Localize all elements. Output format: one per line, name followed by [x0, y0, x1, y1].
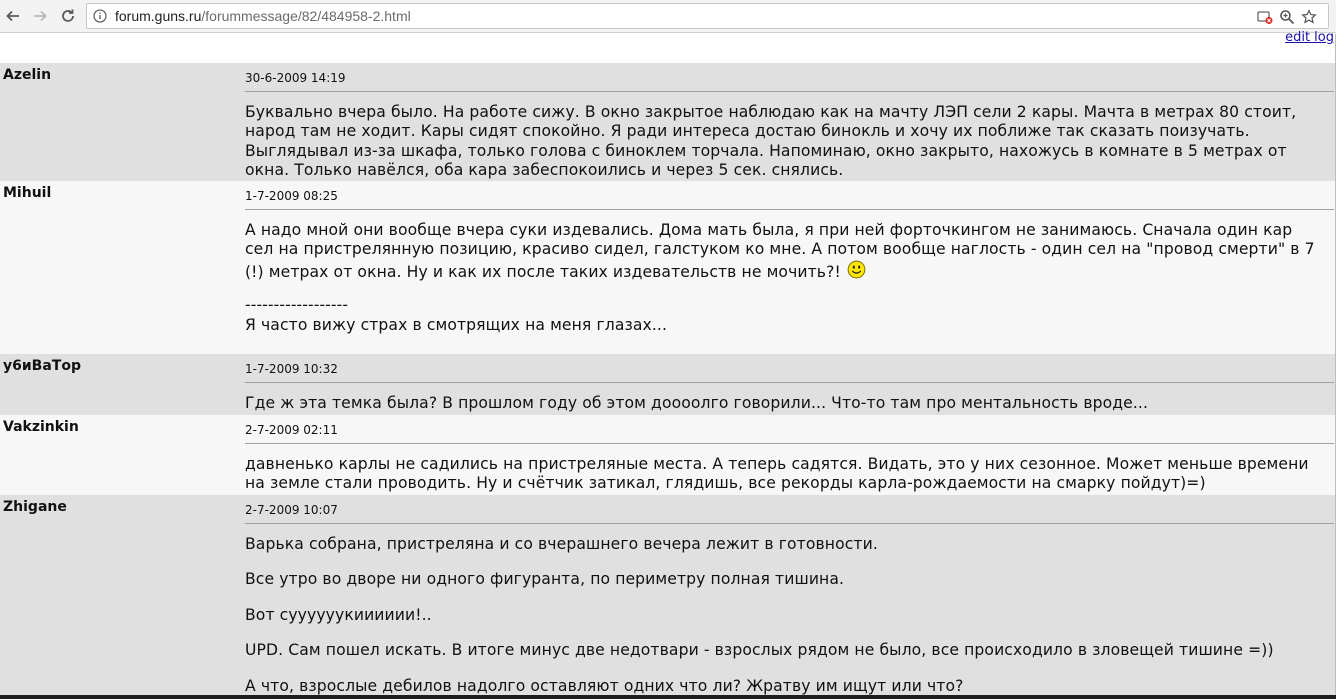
post-author[interactable]: у6иВаТор [3, 358, 81, 374]
post-signature: Я часто вижу страх в смотрящих на меня г… [245, 315, 668, 334]
post-date: 2-7-2009 10:07 [245, 503, 338, 517]
post-paragraph: А что, взрослые дебилов надолго оставляю… [245, 676, 964, 695]
post-line: давненько карлы не садились на пристреля… [245, 455, 1309, 473]
post-line: народ там не ходит. Кары сидят спокойно.… [245, 122, 1250, 141]
bookmark-star-icon[interactable] [1300, 8, 1318, 26]
post-author[interactable]: Azelin [3, 67, 51, 83]
zoom-icon[interactable] [1278, 8, 1296, 26]
forward-arrow-icon [34, 10, 47, 22]
signature-rule: ------------------ [245, 296, 349, 315]
page-content: edit log Azelin 30-6-2009 14:19 Буквальн… [0, 30, 1336, 699]
post-paragraph: Все утро во дворе ни одного фигуранта, п… [245, 570, 845, 589]
post-divider [245, 443, 1334, 444]
forum-post: Mihuil 1-7-2009 08:25 А надо мной они во… [0, 181, 1335, 354]
forum-post: Zhigane 2-7-2009 10:07 Варька собрана, п… [0, 495, 1335, 699]
blocked-content-icon[interactable] [1256, 8, 1274, 26]
post-paragraph: Варька собрана, пристреляна и со вчерашн… [245, 535, 878, 553]
post-body: А надо мной они вообще вчера суки издева… [245, 221, 1317, 335]
post-paragraph: Вот суууууукииииии!.. [245, 605, 432, 624]
post-body: Где ж эта темка была? В прошлом году об … [245, 394, 1317, 413]
forum-post: Azelin 30-6-2009 14:19 Буквально вчера б… [0, 63, 1335, 181]
reload-button[interactable] [57, 5, 79, 27]
post-line: окна. Только навёлся, оба кара забеспоко… [245, 161, 844, 180]
post-author[interactable]: Mihuil [3, 185, 51, 201]
post-paragraph: UPD. Сам пошел искать. В итоге минус две… [245, 641, 1274, 660]
url-host: forum.guns.ru [115, 8, 202, 24]
post-author[interactable]: Zhigane [3, 499, 67, 515]
smiley-icon [847, 260, 866, 279]
forward-button[interactable] [29, 5, 51, 27]
address-bar[interactable]: forum.guns.ru/forummessage/82/484958-2.h… [86, 3, 1329, 29]
post-divider [245, 523, 1334, 524]
forum-post: Vakzinkin 2-7-2009 02:11 давненько карлы… [0, 415, 1335, 495]
post-line-with-smiley: (!) метрах от окна. Ну и как их после та… [245, 260, 1317, 282]
post-divider [245, 382, 1334, 383]
post-date: 1-7-2009 10:32 [245, 362, 338, 376]
post-divider [245, 209, 1334, 210]
edit-log-link[interactable]: edit log [1285, 30, 1334, 45]
post-line: Выглядывал из-за шкафа, только голова с … [245, 141, 1287, 160]
back-arrow-icon [6, 10, 19, 22]
post-line: на земле стали проводить. Ну и счётчик з… [245, 474, 1206, 493]
post-line: Буквально вчера было. На работе сижу. В … [245, 103, 1297, 121]
browser-toolbar: forum.guns.ru/forummessage/82/484958-2.h… [0, 0, 1336, 33]
post-body: Варька собрана, пристреляна и со вчерашн… [245, 535, 1317, 696]
post-divider [245, 91, 1334, 92]
info-icon[interactable] [93, 9, 107, 23]
post-line: Где ж эта темка была? В прошлом году об … [245, 394, 1149, 412]
reload-icon [62, 9, 74, 22]
post-date: 2-7-2009 02:11 [245, 423, 338, 437]
post-line: (!) метрах от окна. Ну и как их после та… [245, 262, 841, 281]
post-date: 1-7-2009 08:25 [245, 189, 338, 203]
post-line: сел на пристрелянную позицию, красиво си… [245, 240, 1315, 259]
window-bottom-edge [0, 695, 1336, 699]
post-date: 30-6-2009 14:19 [245, 71, 346, 85]
url-path: /forummessage/82/484958-2.html [201, 8, 411, 24]
post-line: А надо мной они вообще вчера суки издева… [245, 221, 1293, 239]
post-body: давненько карлы не садились на пристреля… [245, 455, 1317, 494]
post-author[interactable]: Vakzinkin [3, 419, 79, 435]
forum-post: у6иВаТор 1-7-2009 10:32 Где ж эта темка … [0, 354, 1335, 415]
url-text[interactable]: forum.guns.ru/forummessage/82/484958-2.h… [115, 8, 411, 25]
post-body: Буквально вчера было. На работе сижу. В … [245, 103, 1317, 181]
back-button[interactable] [2, 5, 24, 27]
